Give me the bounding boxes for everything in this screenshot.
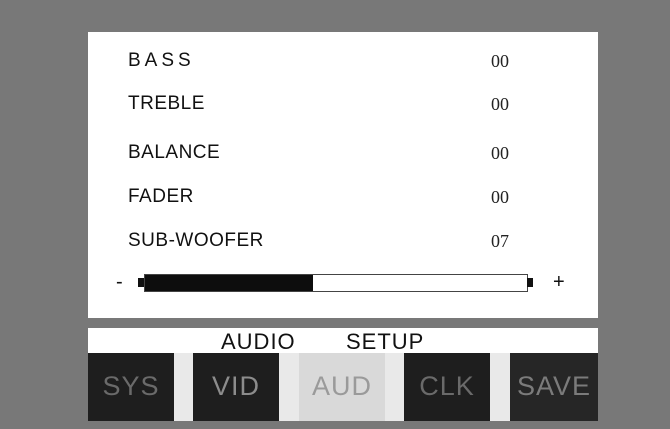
setting-row-balance[interactable]: BALANCE 00 <box>88 138 598 168</box>
page-title: AUDIO SETUP <box>88 328 598 354</box>
decrease-sign: - <box>116 271 123 293</box>
setting-label: TREBLE <box>128 93 205 114</box>
slider-right-cap <box>527 278 533 287</box>
level-slider[interactable]: - + <box>116 267 566 297</box>
setting-row-treble[interactable]: TREBLE 00 <box>88 89 598 119</box>
audio-settings-panel: BASS 00 TREBLE 00 BALANCE 00 FADER 00 SU… <box>88 32 598 318</box>
setting-value: 00 <box>491 187 509 207</box>
setting-row-bass[interactable]: BASS 00 <box>88 46 598 76</box>
setting-value: 07 <box>491 231 509 251</box>
increase-sign: + <box>553 271 565 293</box>
setting-label: FADER <box>128 186 194 207</box>
setting-label: BASS <box>128 50 195 71</box>
setting-row-fader[interactable]: FADER 00 <box>88 182 598 212</box>
setting-label: BALANCE <box>128 142 221 163</box>
slider-track[interactable] <box>144 274 528 292</box>
setting-label: SUB-WOOFER <box>128 230 264 251</box>
osd-screen: BASS 00 TREBLE 00 BALANCE 00 FADER 00 SU… <box>0 0 670 429</box>
setting-value: 00 <box>491 94 509 114</box>
setting-row-sub-woofer[interactable]: SUB-WOOFER 07 <box>88 226 598 256</box>
tab-bar: SYS VID AUD CLK SAVE <box>88 353 598 421</box>
tab-aud[interactable]: AUD <box>299 353 385 421</box>
slider-fill <box>145 275 313 291</box>
setting-value: 00 <box>491 143 509 163</box>
tab-vid[interactable]: VID <box>193 353 279 421</box>
tab-sys[interactable]: SYS <box>88 353 174 421</box>
setting-value: 00 <box>491 51 509 71</box>
page-title-word-setup: SETUP <box>346 329 425 354</box>
page-title-word-audio: AUDIO <box>221 329 296 354</box>
tab-clk[interactable]: CLK <box>404 353 490 421</box>
tab-save[interactable]: SAVE <box>510 353 598 421</box>
